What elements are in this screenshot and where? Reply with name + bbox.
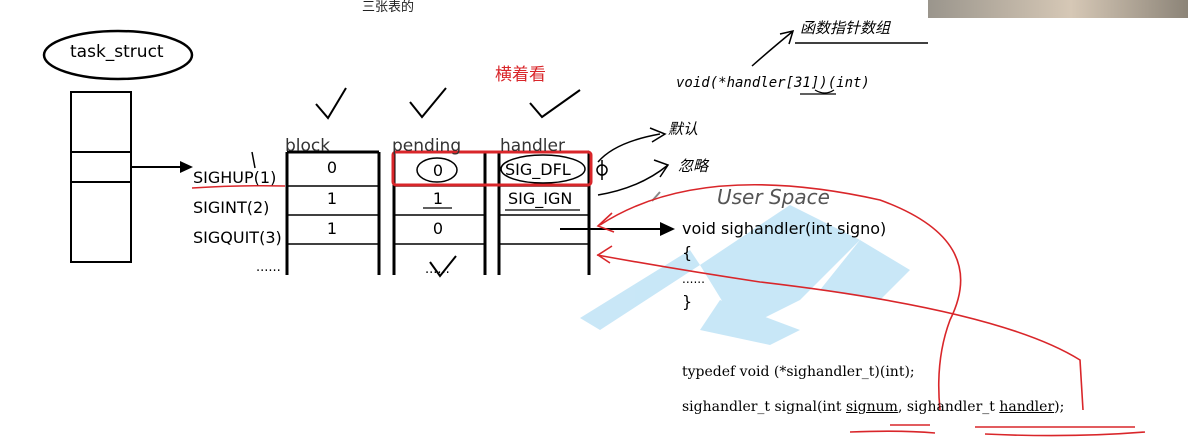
handler-array-declaration: void(*handler[31])(int) bbox=[676, 75, 870, 91]
user-space-title: User Space bbox=[717, 185, 830, 209]
pending-column-header: pending bbox=[392, 136, 462, 156]
handler-value-sighup: SIG_DFL bbox=[505, 160, 571, 179]
sighup-tick bbox=[251, 151, 256, 169]
signal-suffix: ); bbox=[1054, 399, 1065, 415]
user-func-body: ...... bbox=[682, 272, 705, 286]
task-struct-label: task_struct bbox=[70, 42, 164, 62]
pending-value-sigquit: 0 bbox=[432, 219, 444, 238]
user-func-signature: void sighandler(int signo) bbox=[682, 219, 887, 238]
horizontal-view-note: 横着看 bbox=[495, 65, 546, 85]
check-marks bbox=[315, 87, 581, 278]
signal-prefix: sighandler_t signal(int bbox=[682, 399, 846, 415]
annotation-arrows bbox=[597, 127, 670, 196]
signal-name-sighup: SIGHUP(1) bbox=[193, 168, 277, 187]
user-func-close-brace: } bbox=[682, 292, 693, 311]
block-column-header: block bbox=[285, 136, 331, 156]
block-value-sigint: 1 bbox=[326, 189, 338, 208]
user-func-open-brace: { bbox=[682, 243, 693, 262]
signal-name-sigint: SIGINT(2) bbox=[193, 198, 270, 217]
annotation-ignore: 忽略 bbox=[678, 157, 709, 175]
phi-mark bbox=[596, 160, 608, 180]
task-to-signal-arrow bbox=[131, 161, 193, 173]
task-struct-box bbox=[70, 91, 132, 263]
signal-middle: , sighandler_t bbox=[897, 399, 1000, 415]
top-caption: 三张表的 bbox=[362, 0, 415, 15]
annotation-func-ptr-array: 函数指针数组 bbox=[800, 19, 891, 37]
handler-column-header: handler bbox=[500, 136, 565, 156]
signal-prototype-line: sighandler_t signal(int signum, sighandl… bbox=[682, 399, 1064, 415]
signal-param-signum: signum bbox=[846, 399, 898, 415]
presenter-video-thumbnail bbox=[928, 0, 1188, 18]
typedef-line: typedef void (*sighandler_t)(int); bbox=[682, 364, 915, 380]
block-value-sighup: 0 bbox=[326, 158, 338, 177]
pending-ellipsis: ...... bbox=[425, 262, 450, 277]
pending-value-sighup: 0 bbox=[432, 161, 444, 180]
diagram-canvas bbox=[42, 29, 1146, 437]
signal-ellipsis: ...... bbox=[256, 260, 281, 275]
signal-name-sigquit: SIGQUIT(3) bbox=[193, 228, 282, 247]
handler-to-user-arrow bbox=[560, 222, 675, 236]
handler-value-sigint: SIG_IGN bbox=[508, 189, 573, 208]
annotation-default: 默认 bbox=[668, 120, 699, 138]
signal-param-handler: handler bbox=[999, 399, 1055, 415]
block-value-sigquit: 1 bbox=[326, 219, 338, 238]
pending-value-sigint: 1 bbox=[432, 189, 444, 208]
